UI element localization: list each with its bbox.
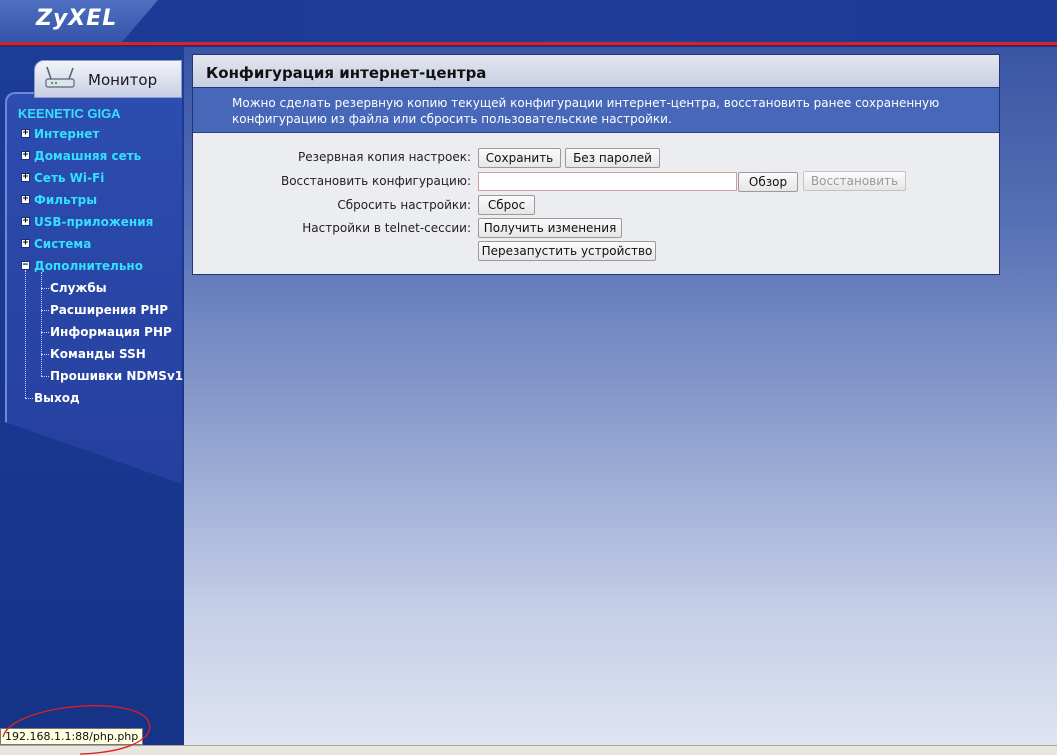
zyxel-logo: ZyXEL [36,6,118,31]
header-bar: ZyXEL [0,0,1057,42]
reset-button[interactable]: Сброс [478,195,535,215]
sidebar-item-additional[interactable]: Дополнительно [34,259,143,277]
header-accent-line [0,42,1057,46]
device-name: KEENETIC GIGA [18,106,121,121]
sidebar-item-home-network[interactable]: Домашняя сеть [34,149,141,167]
monitor-tab[interactable]: Монитор [34,60,182,98]
config-panel: Конфигурация интернет-центра Можно сдела… [192,54,1000,275]
tree-line [25,270,26,398]
router-icon [45,66,75,88]
sidebar-item-services[interactable]: Службы [50,281,107,299]
sidebar-item-exit[interactable]: Выход [34,391,80,409]
sidebar-item-ssh-commands[interactable]: Команды SSH [50,347,146,365]
panel-header: Конфигурация интернет-центра [193,55,999,88]
url-status-tooltip: 192.168.1.1:88/php.php [0,728,144,745]
browser-status-bar [0,745,1057,755]
get-changes-button[interactable]: Получить изменения [478,218,622,238]
save-button[interactable]: Сохранить [478,148,561,168]
sidebar-item-wifi[interactable]: Сеть Wi-Fi [34,171,104,189]
sidebar-item-php-extensions[interactable]: Расширения PHP [50,303,168,321]
tree-line [41,288,49,289]
sidebar-item-php-info[interactable]: Информация PHP [50,325,172,343]
tree-line [41,354,49,355]
tree-line [41,332,49,333]
collapse-additional-icon[interactable]: − [21,261,30,270]
page-title: Конфигурация интернет-центра [206,64,487,82]
expand-internet-icon[interactable]: + [21,129,30,138]
sidebar-item-filters[interactable]: Фильтры [34,193,97,211]
monitor-tab-label: Монитор [88,71,158,89]
panel-description: Можно сделать резервную копию текущей ко… [193,88,999,133]
tree-line [41,376,49,377]
restore-button[interactable]: Восстановить [803,171,906,191]
sidebar-item-firmware-ndmsv1[interactable]: Прошивки NDMSv1 [50,369,183,387]
telnet-label: Настройки в telnet-сессии: [302,221,471,235]
description-text: Можно сделать резервную копию текущей ко… [232,96,940,126]
backup-label: Резервная копия настроек: [298,150,471,164]
browse-button[interactable]: Обзор [738,172,798,192]
tree-line [25,398,33,399]
sidebar-item-system[interactable]: Система [34,237,91,255]
expand-home-network-icon[interactable]: + [21,151,30,160]
sidebar-item-usb-apps[interactable]: USB-приложения [34,215,153,233]
expand-filters-icon[interactable]: + [21,195,30,204]
reset-label: Сбросить настройки: [337,198,471,212]
config-file-input[interactable] [478,172,737,191]
expand-wifi-icon[interactable]: + [21,173,30,182]
restart-device-button[interactable]: Перезапустить устройство [478,241,656,261]
expand-usb-icon[interactable]: + [21,217,30,226]
no-passwords-button[interactable]: Без паролей [565,148,660,168]
sidebar-item-internet[interactable]: Интернет [34,127,99,145]
expand-system-icon[interactable]: + [21,239,30,248]
tree-line [41,310,49,311]
restore-label: Восстановить конфигурацию: [280,174,471,188]
